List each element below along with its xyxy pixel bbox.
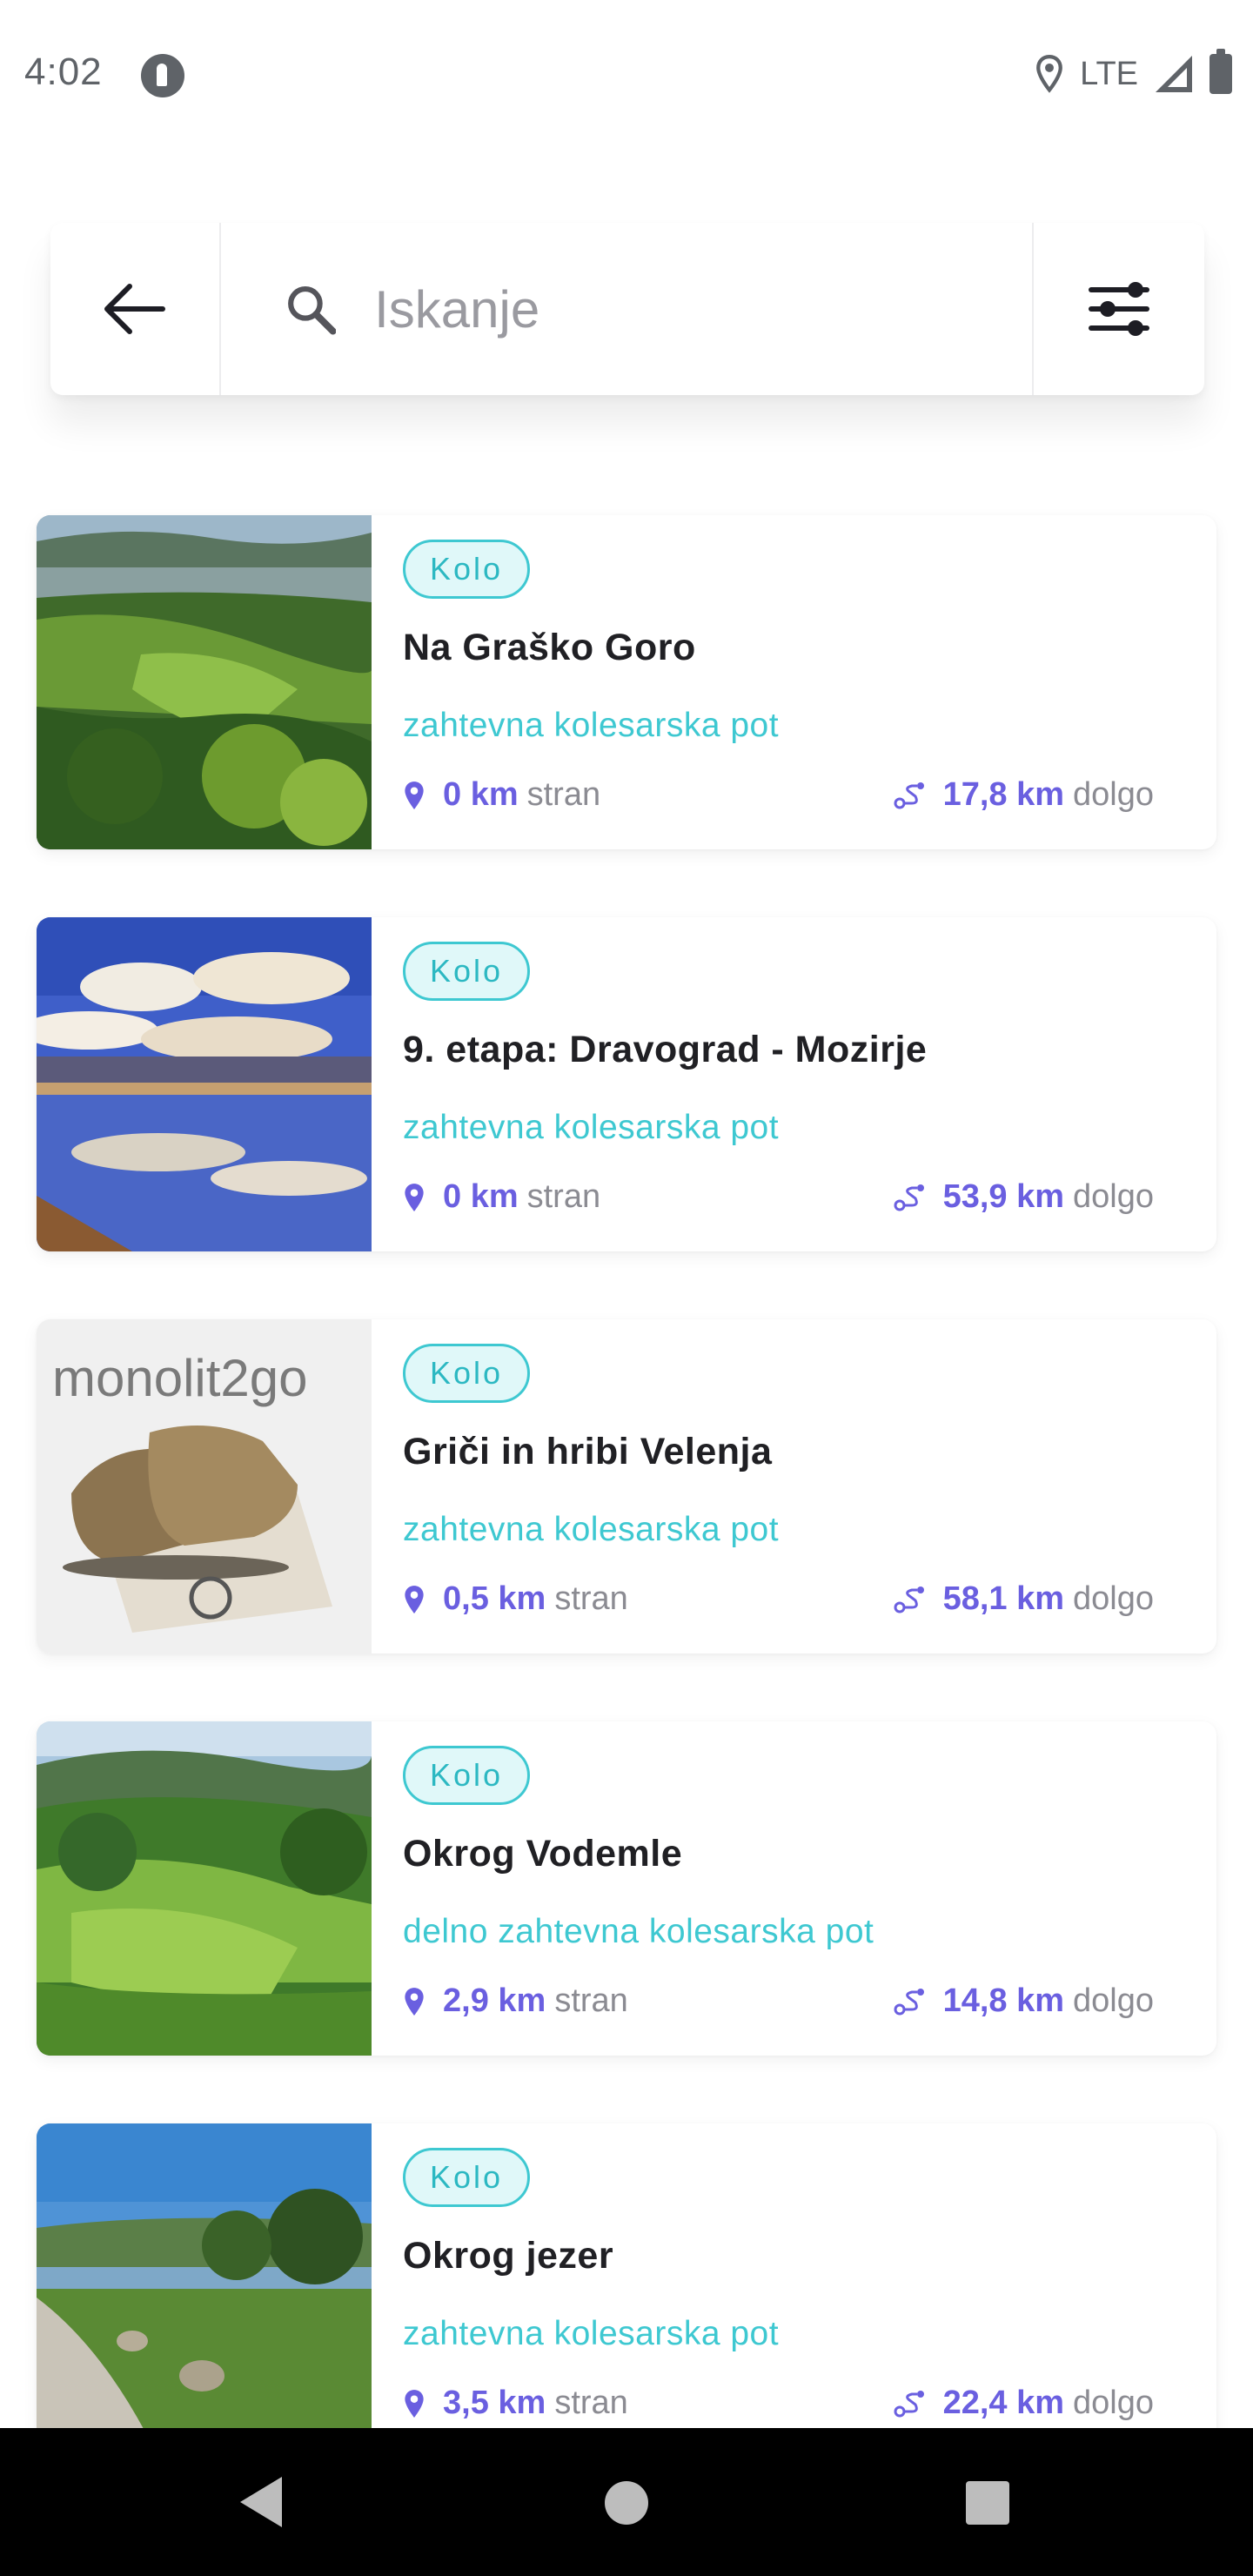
distance-away: 0 km stran — [403, 776, 600, 814]
route-length-label: dolgo — [1073, 1580, 1154, 1617]
route-card[interactable]: Kolo Okrog Vodemle delno zahtevna kolesa… — [37, 1721, 1216, 2056]
route-icon — [894, 1184, 924, 1211]
route-card[interactable]: monolit2go Kolo Griči in hribi Velenja z… — [37, 1319, 1216, 1654]
route-thumbnail — [37, 1721, 372, 2056]
status-icons: LTE — [1035, 49, 1232, 96]
route-length-value: 58,1 km — [942, 1580, 1065, 1617]
route-length: 53,9 km dolgo — [893, 1178, 1154, 1216]
route-length-value: 14,8 km — [942, 1982, 1065, 2019]
distance-away-label: stran — [554, 1580, 628, 1617]
route-thumbnail: monolit2go — [37, 1319, 372, 1654]
navigation-bar — [0, 2428, 1253, 2576]
distance-away-value: 0,5 km — [443, 1580, 546, 1617]
route-length-label: dolgo — [1073, 1982, 1154, 2019]
route-difficulty: zahtevna kolesarska pot — [403, 2315, 780, 2352]
route-length-value: 17,8 km — [942, 776, 1065, 813]
distance-away-value: 3,5 km — [443, 2385, 546, 2421]
back-button[interactable] — [50, 223, 221, 395]
distance-away-label: stran — [554, 1982, 628, 2019]
route-list: Kolo Na Graško Goro zahtevna kolesarska … — [37, 515, 1216, 2526]
category-badge: Kolo — [403, 2148, 531, 2207]
route-length-label: dolgo — [1073, 1178, 1154, 1215]
route-difficulty: zahtevna kolesarska pot — [403, 707, 780, 744]
route-length: 14,8 km dolgo — [893, 1982, 1154, 2020]
route-info: Kolo Okrog jezer zahtevna kolesarska pot… — [372, 2123, 1216, 2458]
search-field[interactable] — [221, 223, 1032, 395]
nav-home-icon[interactable] — [605, 2481, 648, 2525]
location-pin-icon — [405, 1183, 424, 1211]
distance-away: 0 km stran — [403, 1178, 600, 1216]
route-length: 17,8 km dolgo — [893, 776, 1154, 814]
route-info: Kolo 9. etapa: Dravograd - Mozirje zahte… — [372, 917, 1216, 1251]
status-time: 4:02 — [24, 50, 103, 93]
route-difficulty: zahtevna kolesarska pot — [403, 1511, 780, 1548]
filter-sliders-icon — [1089, 282, 1149, 336]
distance-away-value: 0 km — [443, 1178, 519, 1215]
location-pin-icon — [405, 1987, 424, 2016]
distance-away-value: 2,9 km — [443, 1982, 546, 2019]
distance-away-label: stran — [526, 776, 601, 813]
route-title: Okrog Vodemle — [403, 1833, 683, 1875]
route-icon — [894, 2390, 924, 2417]
distance-away-label: stran — [554, 2385, 628, 2421]
thumbnail-logo-text: monolit2go — [52, 1349, 308, 1407]
location-pin-icon — [405, 2389, 424, 2418]
search-input[interactable] — [374, 278, 1032, 339]
category-badge: Kolo — [403, 942, 531, 1001]
route-title: Griči in hribi Velenja — [403, 1431, 773, 1472]
battery-icon — [1209, 49, 1232, 94]
distance-away: 0,5 km stran — [403, 1580, 628, 1618]
route-card[interactable]: Kolo Okrog jezer zahtevna kolesarska pot… — [37, 2123, 1216, 2458]
route-length: 22,4 km dolgo — [893, 2385, 1154, 2422]
filter-button[interactable] — [1032, 223, 1204, 395]
route-thumbnail — [37, 917, 372, 1251]
route-thumbnail — [37, 515, 372, 849]
category-badge: Kolo — [403, 540, 531, 599]
category-badge: Kolo — [403, 1746, 531, 1805]
arrow-left-icon — [104, 284, 165, 334]
distance-away: 3,5 km stran — [403, 2385, 628, 2422]
route-card[interactable]: Kolo 9. etapa: Dravograd - Mozirje zahte… — [37, 917, 1216, 1251]
route-icon — [894, 782, 924, 808]
search-header — [50, 223, 1204, 395]
nav-back-icon[interactable] — [240, 2477, 282, 2527]
route-info: Kolo Okrog Vodemle delno zahtevna kolesa… — [372, 1721, 1216, 2056]
route-info: Kolo Griči in hribi Velenja zahtevna kol… — [372, 1319, 1216, 1654]
signal-icon — [1156, 56, 1192, 92]
route-difficulty: zahtevna kolesarska pot — [403, 1109, 780, 1146]
search-icon — [288, 286, 337, 335]
route-title: Na Graško Goro — [403, 627, 696, 668]
network-type: LTE — [1080, 55, 1138, 92]
distance-away-label: stran — [526, 1178, 601, 1215]
app-notification-icon — [141, 54, 184, 97]
route-length-value: 22,4 km — [942, 2385, 1065, 2421]
route-length-label: dolgo — [1073, 2385, 1154, 2421]
route-icon — [894, 1988, 924, 2015]
location-icon — [1036, 55, 1063, 93]
route-icon — [894, 1586, 924, 1613]
status-bar: 4:02 LTE — [0, 0, 1253, 148]
route-length-value: 53,9 km — [942, 1178, 1065, 1215]
distance-away-value: 0 km — [443, 776, 519, 813]
route-card[interactable]: Kolo Na Graško Goro zahtevna kolesarska … — [37, 515, 1216, 849]
location-pin-icon — [405, 781, 424, 809]
route-length: 58,1 km dolgo — [893, 1580, 1154, 1618]
route-length-label: dolgo — [1073, 776, 1154, 813]
route-info: Kolo Na Graško Goro zahtevna kolesarska … — [372, 515, 1216, 849]
route-title: 9. etapa: Dravograd - Mozirje — [403, 1029, 928, 1070]
route-difficulty: delno zahtevna kolesarska pot — [403, 1913, 874, 1950]
category-badge: Kolo — [403, 1344, 531, 1403]
route-thumbnail — [37, 2123, 372, 2458]
nav-recents-icon[interactable] — [966, 2481, 1009, 2525]
distance-away: 2,9 km stran — [403, 1982, 628, 2020]
location-pin-icon — [405, 1585, 424, 1613]
route-title: Okrog jezer — [403, 2235, 614, 2277]
